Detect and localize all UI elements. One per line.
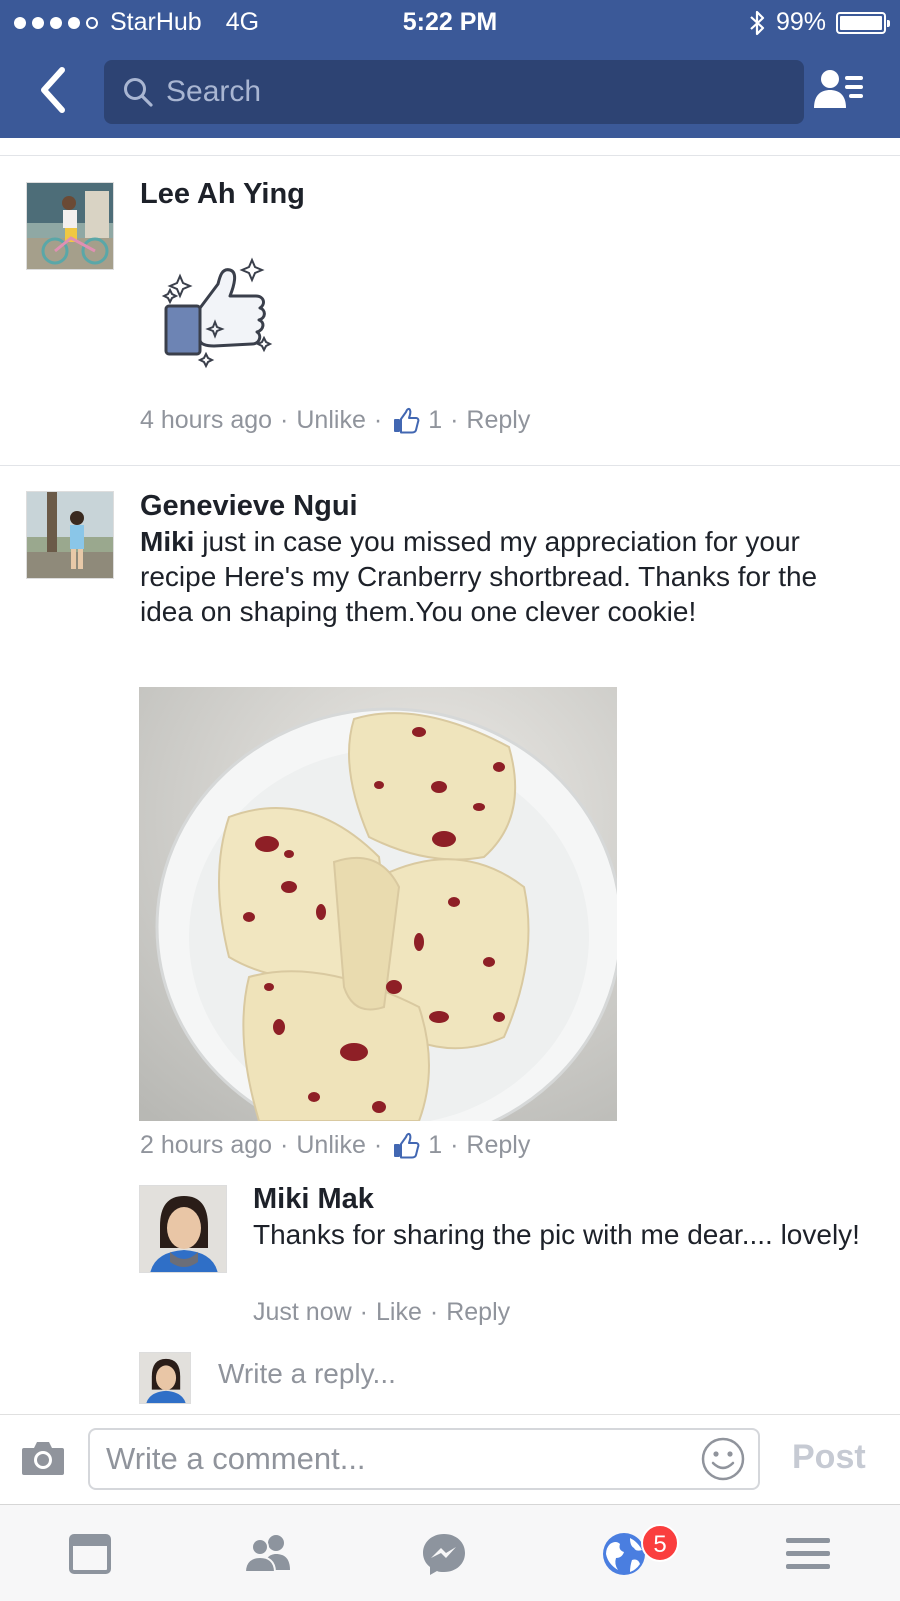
separator-dot: · xyxy=(280,406,289,434)
like-count-icon[interactable] xyxy=(392,407,420,435)
avatar-photo xyxy=(27,183,113,269)
back-button[interactable] xyxy=(30,62,80,122)
battery-icon xyxy=(836,11,890,34)
search-icon xyxy=(124,78,153,107)
like-button[interactable]: Like xyxy=(376,1298,422,1327)
current-user-avatar xyxy=(139,1352,191,1404)
separator-dot: · xyxy=(373,1131,383,1159)
messenger-icon xyxy=(423,1534,465,1575)
tab-friends[interactable] xyxy=(242,1530,290,1578)
comment-input[interactable]: Write a comment... xyxy=(88,1428,760,1490)
post-button[interactable]: Post xyxy=(792,1438,866,1477)
comment-placeholder: Write a comment... xyxy=(106,1441,366,1476)
avatar[interactable] xyxy=(26,182,114,270)
bluetooth-icon xyxy=(750,10,765,35)
reply-button[interactable]: Reply xyxy=(446,1298,510,1327)
separator-dot: · xyxy=(450,1131,459,1159)
notification-badge: 5 xyxy=(641,1524,679,1562)
battery-percent: 99% xyxy=(775,8,826,36)
tab-news-feed[interactable] xyxy=(66,1530,114,1578)
reply-button[interactable]: Reply xyxy=(466,406,530,435)
reply-timestamp[interactable]: Just now xyxy=(253,1298,352,1327)
avatar[interactable] xyxy=(26,491,114,579)
camera-icon xyxy=(22,1442,64,1475)
separator-dot: · xyxy=(450,406,459,434)
photo-image xyxy=(139,687,617,1121)
emoji-icon[interactable] xyxy=(700,1436,746,1482)
status-bar: StarHub 4G 5:22 PM 99% xyxy=(0,0,900,44)
unlike-button[interactable]: Unlike xyxy=(296,406,365,435)
comment-author[interactable]: Genevieve Ngui xyxy=(140,490,358,523)
comment-meta: 4 hours ago · Unlike · 1 · Reply xyxy=(140,406,530,435)
news-feed-icon xyxy=(69,1534,111,1574)
comment-author[interactable]: Lee Ah Ying xyxy=(140,178,305,211)
separator-dot: · xyxy=(429,1298,439,1326)
avatar-photo xyxy=(140,1186,226,1272)
divider xyxy=(0,465,900,466)
chevron-left-icon xyxy=(41,67,65,113)
search-input[interactable]: Search xyxy=(104,60,804,124)
search-placeholder: Search xyxy=(166,75,262,108)
friend-list-button[interactable] xyxy=(812,66,868,118)
cranberry-shortbread-photo[interactable] xyxy=(139,687,617,1121)
separator-dot: · xyxy=(280,1131,289,1159)
reply-text: Thanks for sharing the pic with me dear.… xyxy=(253,1219,860,1250)
separator-dot: · xyxy=(359,1298,368,1326)
avatar-photo xyxy=(27,492,113,578)
comment-meta: 2 hours ago · Unlike · 1 · Reply xyxy=(140,1131,530,1160)
comment-timestamp[interactable]: 4 hours ago xyxy=(140,406,272,435)
divider xyxy=(0,155,900,156)
separator-dot: · xyxy=(373,406,383,434)
like-count[interactable]: 1 xyxy=(428,406,442,435)
write-reply-input[interactable]: Write a reply... xyxy=(218,1358,396,1390)
tab-messenger[interactable] xyxy=(420,1530,468,1578)
friends-icon xyxy=(243,1535,290,1573)
camera-button[interactable] xyxy=(20,1438,66,1478)
reply-meta: Just now · Like · Reply xyxy=(253,1298,510,1327)
menu-icon xyxy=(786,1538,830,1569)
comment-timestamp[interactable]: 2 hours ago xyxy=(140,1131,272,1160)
avatar-photo xyxy=(140,1353,190,1403)
thumbs-up-sticker-icon xyxy=(161,257,273,369)
thumbs-up-sticker xyxy=(160,254,276,370)
comment-text: Miki just in case you missed my apprecia… xyxy=(140,524,870,629)
avatar[interactable] xyxy=(139,1185,227,1273)
tab-menu[interactable] xyxy=(784,1530,832,1578)
status-right: 99% xyxy=(748,8,890,37)
like-count-icon[interactable] xyxy=(392,1132,420,1160)
comment-body: just in case you missed my appreciation … xyxy=(140,526,818,627)
unlike-button[interactable]: Unlike xyxy=(296,1131,365,1160)
mentioned-user[interactable]: Miki xyxy=(140,526,194,557)
reply-button[interactable]: Reply xyxy=(466,1131,530,1160)
friend-list-icon xyxy=(814,70,863,108)
reply-author[interactable]: Miki Mak xyxy=(253,1183,374,1216)
like-count[interactable]: 1 xyxy=(428,1131,442,1160)
